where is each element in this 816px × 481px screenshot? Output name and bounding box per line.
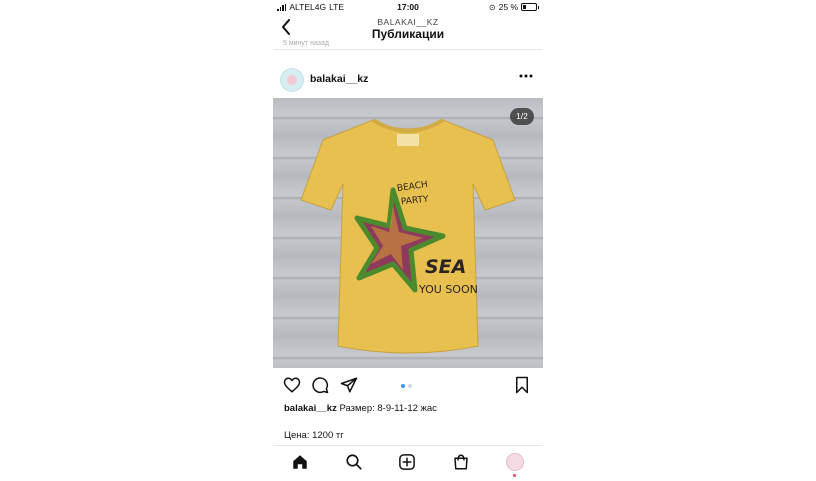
carousel-dot: [408, 384, 412, 388]
shop-icon: [454, 454, 468, 470]
tab-search[interactable]: [345, 453, 363, 476]
like-button[interactable]: [283, 376, 301, 399]
divider: [273, 49, 543, 50]
status-bar: ALTEL4G LTE 17:00 ⊙ 25 %: [273, 0, 543, 14]
phone-screen: ALTEL4G LTE 17:00 ⊙ 25 % BALAKAI__KZ Пуб…: [273, 0, 543, 480]
more-options-button[interactable]: [519, 69, 533, 86]
bookmark-icon: [516, 376, 528, 394]
t-shirt-image: [300, 118, 516, 354]
carousel-indicator: [401, 384, 412, 388]
save-button[interactable]: [514, 376, 530, 399]
tab-home[interactable]: [291, 453, 309, 476]
share-button[interactable]: [340, 376, 358, 399]
previous-post-timestamp: 5 минут назад: [283, 40, 329, 47]
more-horizontal-icon: [519, 74, 533, 78]
tab-shop[interactable]: [452, 453, 470, 476]
heart-icon: [283, 377, 301, 393]
home-icon: [293, 455, 307, 469]
send-icon: [340, 377, 358, 393]
orientation-lock-icon: ⊙: [488, 2, 496, 12]
avatar[interactable]: [280, 68, 304, 92]
post-image[interactable]: BEACH PARTY SEA YOU SOON 1/2: [273, 98, 543, 368]
tab-new-post[interactable]: [398, 453, 416, 476]
image-counter: 1/2: [510, 108, 534, 125]
avatar-image: [287, 75, 297, 85]
post-caption: balakai__kz Размер: 8-9-11-12 жас: [284, 403, 437, 414]
notification-dot: [513, 474, 516, 477]
status-right: ⊙ 25 %: [488, 2, 539, 12]
comment-icon: [312, 377, 329, 394]
post-header: balakai__kz: [273, 64, 543, 92]
profile-avatar: [506, 453, 524, 471]
comment-button[interactable]: [311, 376, 329, 399]
tab-profile[interactable]: [506, 453, 524, 477]
battery-icon: [521, 3, 539, 11]
search-icon: [346, 454, 362, 470]
tab-bar: [273, 445, 543, 481]
post-username[interactable]: balakai__kz: [310, 73, 368, 85]
post-actions: [273, 374, 543, 398]
price-text: Цена: 1200 тг: [284, 430, 344, 441]
print-text-you-soon: YOU SOON: [419, 283, 478, 296]
caption-username[interactable]: balakai__kz: [284, 403, 337, 414]
battery-percent: 25 %: [498, 2, 518, 12]
caption-text: Размер: 8-9-11-12 жас: [339, 403, 437, 414]
add-post-icon: [399, 454, 415, 470]
carousel-dot-active: [401, 384, 405, 388]
print-text-sea: SEA: [425, 256, 467, 278]
account-name: BALAKAI__KZ: [377, 17, 439, 27]
page-title: Публикации: [371, 27, 445, 41]
